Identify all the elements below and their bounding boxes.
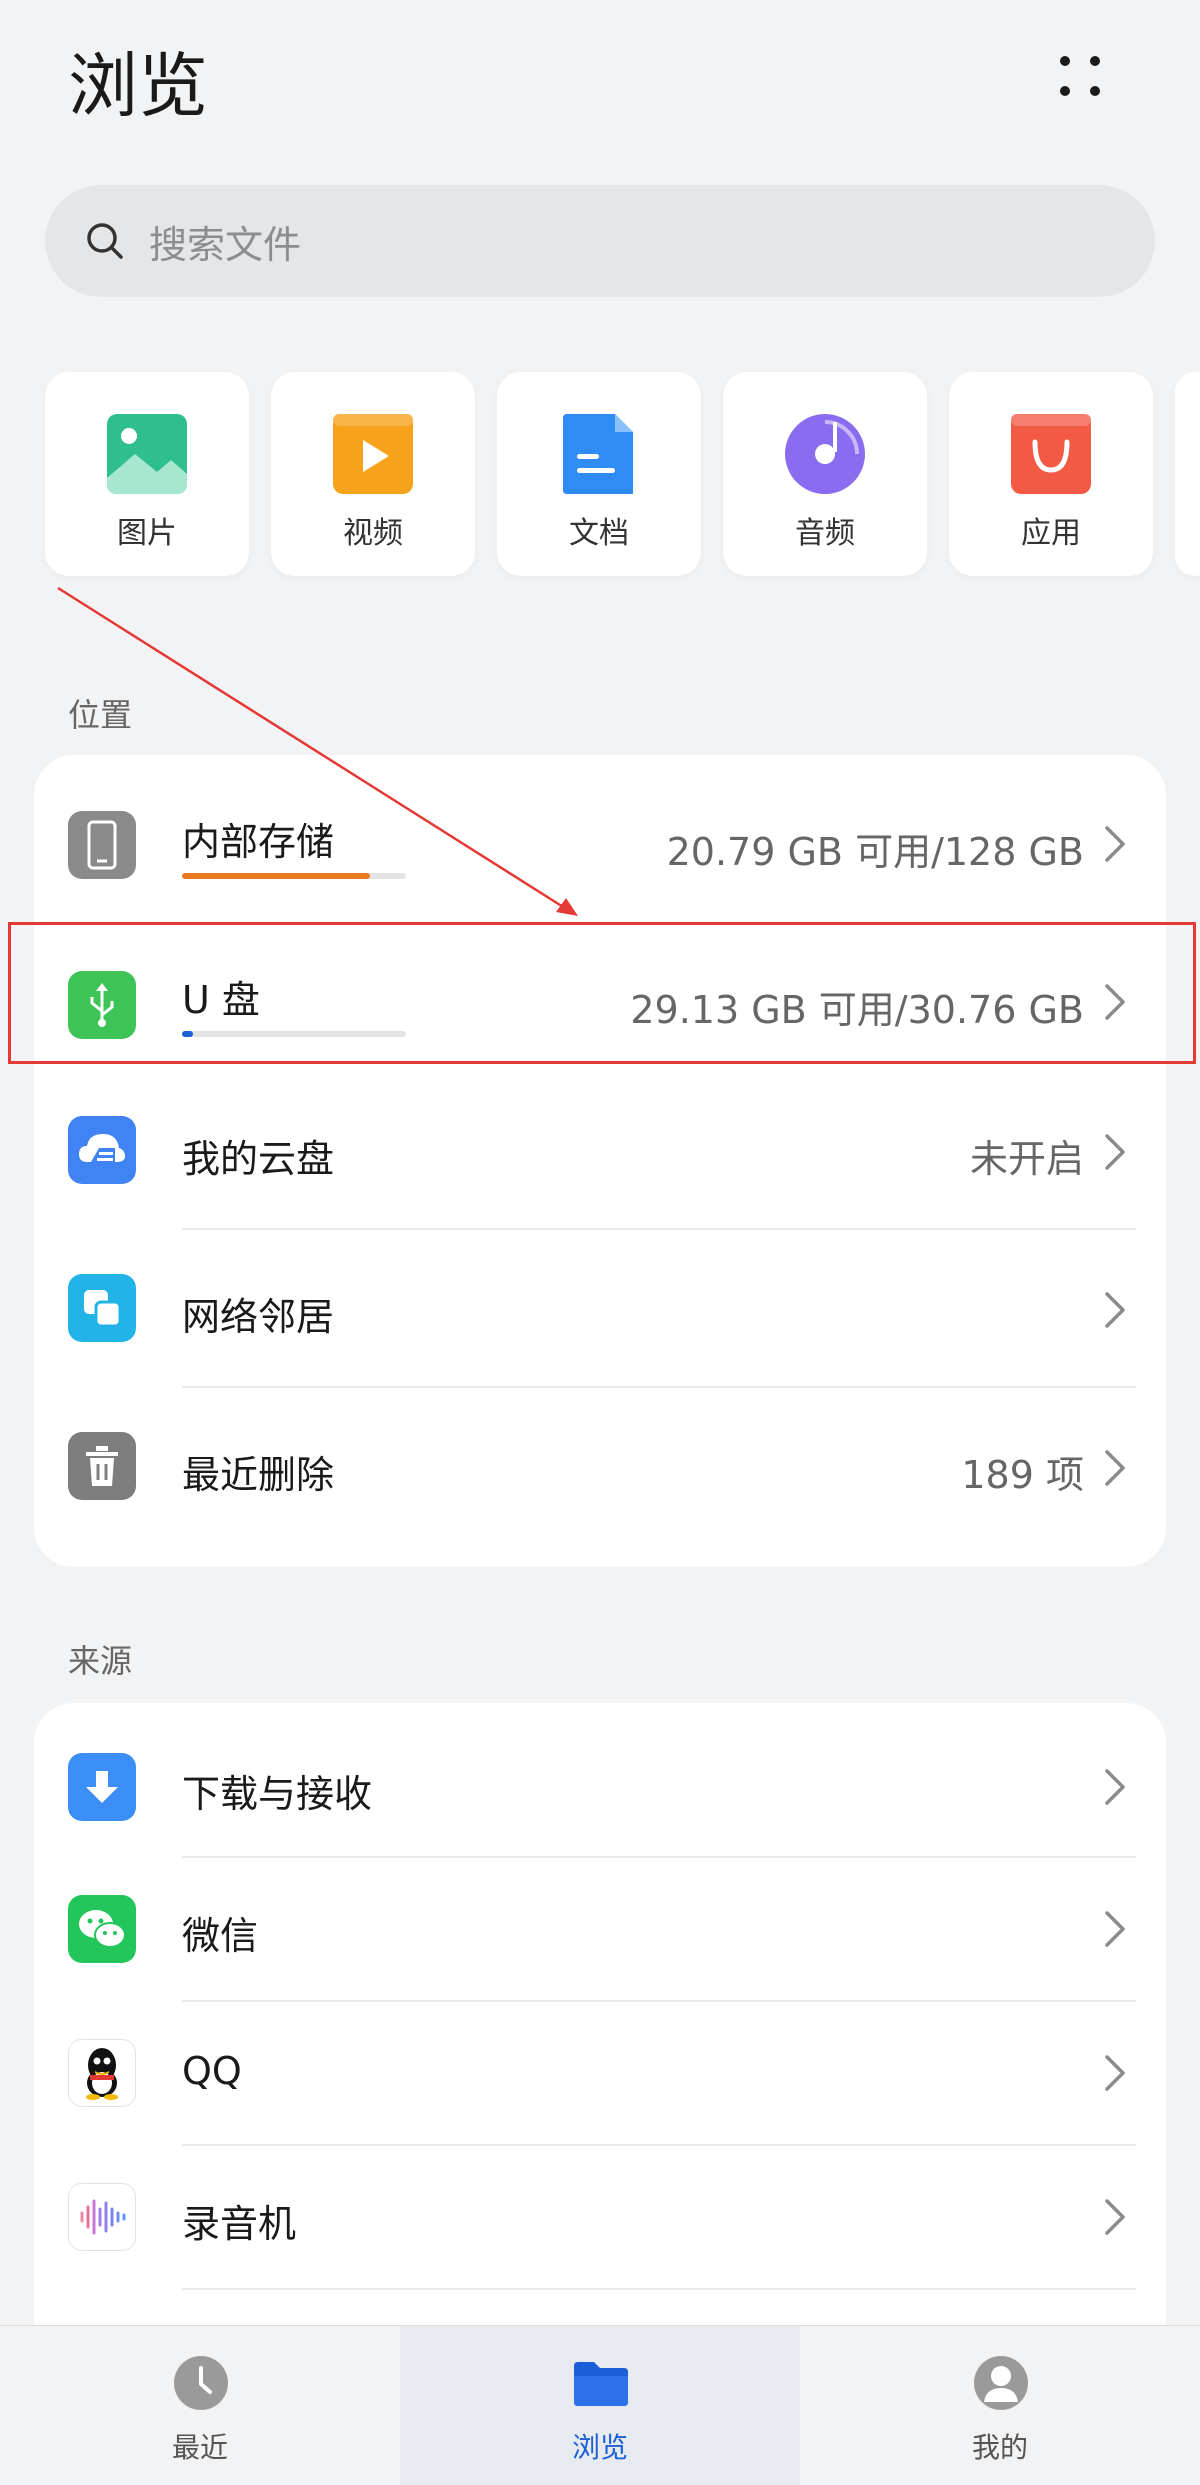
chevron-right-icon — [1105, 1769, 1125, 1805]
chevron-right-icon — [1105, 2199, 1125, 2235]
storage-usage-bar — [182, 873, 406, 879]
audio-icon — [785, 414, 865, 494]
row-title: 微信 — [182, 1914, 259, 1958]
row-title: QQ — [182, 2049, 242, 2093]
locations-card: 内部存储 20.79 GB 可用/128 GB U 盘 29.13 GB 可用/… — [34, 755, 1166, 1567]
category-label: 应用 — [1021, 516, 1081, 551]
chevron-right-icon — [1105, 1134, 1125, 1170]
category-grid: 图片 视频 文档 音频 应用 — [45, 372, 1200, 576]
nav-browse[interactable]: 浏览 — [400, 2326, 800, 2485]
location-network-neighborhood[interactable]: 网络邻居 — [34, 1229, 1166, 1388]
search-icon — [87, 223, 123, 259]
location-recently-deleted[interactable]: 最近删除 189 项 — [34, 1387, 1166, 1545]
recorder-icon — [68, 2183, 136, 2251]
category-videos[interactable]: 视频 — [271, 372, 475, 576]
chevron-right-icon — [1105, 2055, 1125, 2091]
nav-mine[interactable]: 我的 — [800, 2326, 1200, 2485]
phone-icon — [68, 811, 136, 879]
video-icon — [333, 414, 413, 494]
trash-icon — [68, 1432, 136, 1500]
row-title: 最近删除 — [182, 1453, 335, 1497]
more-dot-icon — [1060, 86, 1070, 96]
category-audio[interactable]: 音频 — [723, 372, 927, 576]
download-icon — [68, 1753, 136, 1821]
chevron-right-icon — [1105, 1450, 1125, 1486]
source-downloads[interactable]: 下载与接收 — [34, 1703, 1166, 1858]
category-apps[interactable]: 应用 — [949, 372, 1153, 576]
row-title: 我的云盘 — [182, 1137, 335, 1181]
row-value: 20.79 GB 可用/128 GB — [666, 830, 1084, 874]
row-title: 下载与接收 — [182, 1772, 373, 1816]
more-dot-icon — [1090, 86, 1100, 96]
more-dot-icon — [1060, 56, 1070, 66]
location-internal-storage[interactable]: 内部存储 20.79 GB 可用/128 GB — [34, 755, 1166, 913]
user-icon — [974, 2356, 1028, 2410]
row-value: 未开启 — [969, 1137, 1084, 1181]
image-icon — [107, 414, 187, 494]
clock-icon — [174, 2356, 228, 2410]
section-label-locations: 位置 — [68, 696, 133, 734]
category-images[interactable]: 图片 — [45, 372, 249, 576]
row-divider — [182, 2288, 1136, 2290]
cloud-icon — [68, 1116, 136, 1184]
search-bar[interactable]: 搜索文件 — [45, 185, 1155, 297]
category-label: 视频 — [343, 516, 403, 551]
section-label-sources: 来源 — [68, 1642, 133, 1680]
network-icon — [68, 1274, 136, 1342]
chevron-right-icon — [1105, 826, 1125, 862]
row-title: 录音机 — [182, 2202, 297, 2246]
category-tile-partial[interactable] — [1175, 372, 1200, 576]
app-icon — [1011, 414, 1091, 494]
source-qq[interactable]: QQ — [34, 2001, 1166, 2146]
more-dot-icon — [1090, 56, 1100, 66]
folder-icon — [574, 2362, 628, 2406]
wechat-icon — [68, 1895, 136, 1963]
nav-label: 我的 — [971, 2431, 1028, 2464]
highlight-box — [8, 922, 1196, 1064]
search-placeholder: 搜索文件 — [149, 222, 302, 267]
bottom-navigation: 最近 浏览 我的 — [0, 2325, 1200, 2485]
category-label: 文档 — [569, 516, 629, 551]
row-value: 189 项 — [961, 1453, 1084, 1497]
storage-usage-fill — [182, 873, 371, 879]
row-title: 网络邻居 — [182, 1295, 335, 1339]
document-icon — [563, 414, 633, 494]
chevron-right-icon — [1105, 1292, 1125, 1328]
nav-label: 浏览 — [571, 2431, 628, 2464]
page-title: 浏览 — [68, 45, 208, 127]
chevron-right-icon — [1105, 1911, 1125, 1947]
source-wechat[interactable]: 微信 — [34, 1857, 1166, 2002]
more-options-button[interactable] — [1040, 50, 1120, 106]
nav-recent[interactable]: 最近 — [0, 2326, 400, 2485]
qq-icon — [68, 2039, 136, 2107]
category-documents[interactable]: 文档 — [497, 372, 701, 576]
location-my-cloud[interactable]: 我的云盘 未开启 — [34, 1071, 1166, 1230]
sources-card: 下载与接收 微信 QQ 录音机 — [34, 1703, 1166, 2403]
source-recorder[interactable]: 录音机 — [34, 2145, 1166, 2290]
category-label: 图片 — [117, 516, 177, 551]
row-title: 内部存储 — [182, 820, 335, 864]
nav-label: 最近 — [171, 2431, 228, 2464]
category-label: 音频 — [795, 516, 855, 551]
